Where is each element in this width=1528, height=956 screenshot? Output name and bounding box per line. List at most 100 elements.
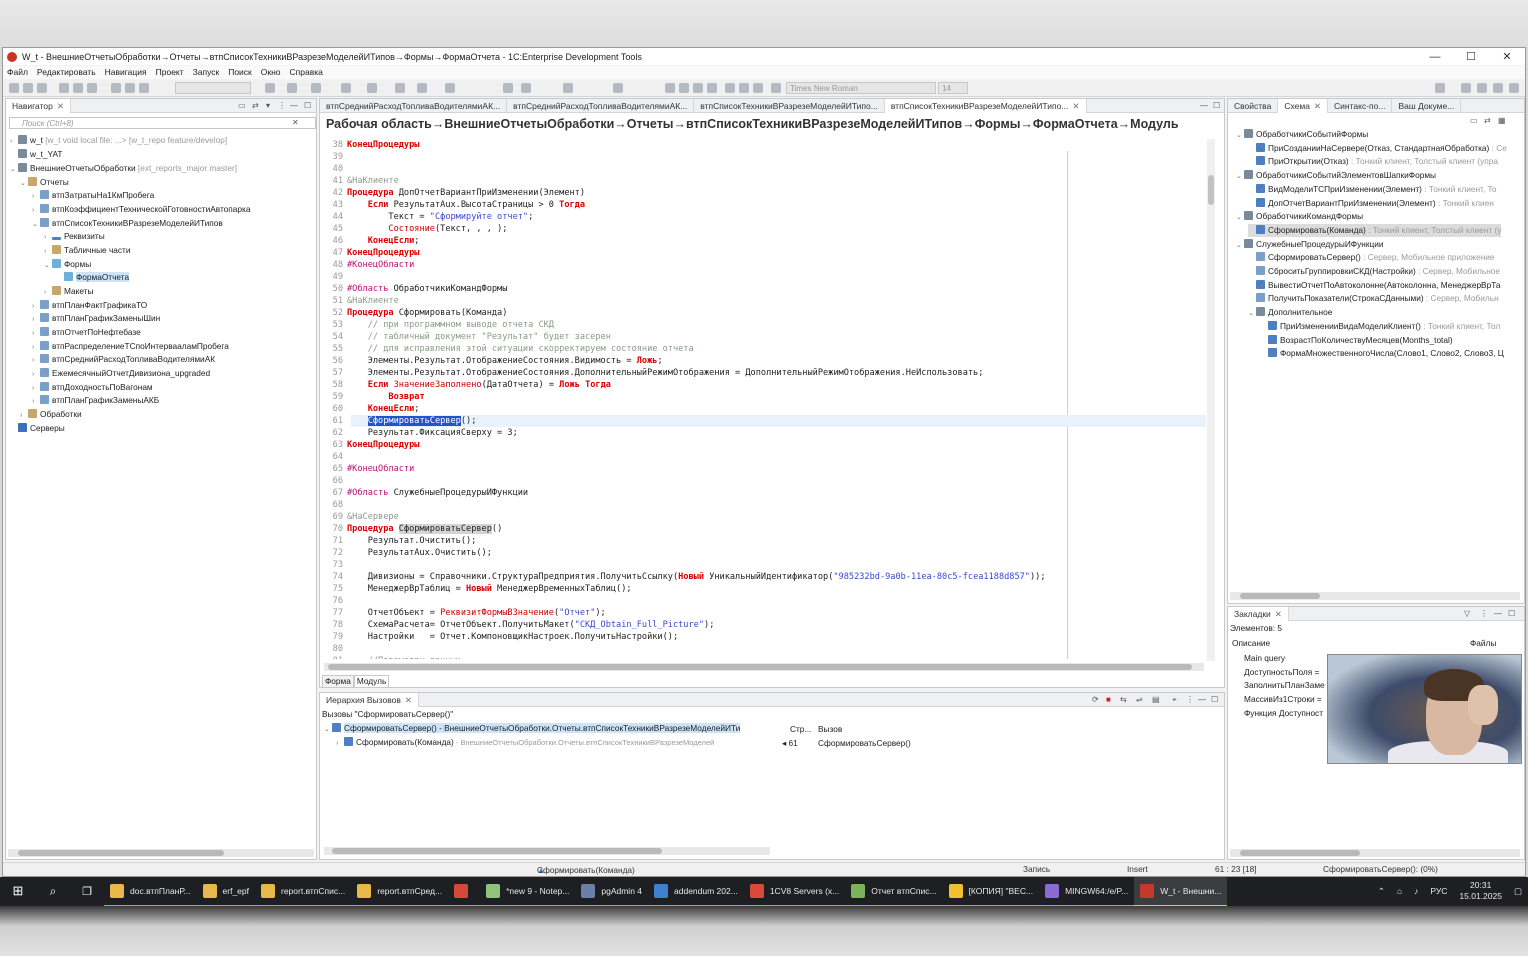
outline-method[interactable]: СформироватьСервер() : Сервер, Мобильное…	[1248, 251, 1495, 264]
code-line[interactable]: 54 // табличный документ "Результат" буд…	[321, 331, 611, 343]
tree-item-tabular-sections[interactable]: › Табличные части	[44, 244, 130, 257]
back-icon[interactable]	[395, 83, 405, 93]
outline-method[interactable]: ДопОтчетВариантПриИзменении(Элемент) : Т…	[1248, 197, 1494, 210]
settings-icon[interactable]	[139, 83, 149, 93]
taskbar-app[interactable]: [КОПИЯ] "ВЕС...	[942, 877, 1040, 907]
code-line[interactable]: 59 Возврат	[321, 391, 425, 403]
code-line[interactable]: 41 &НаКлиенте	[321, 175, 399, 187]
code-line[interactable]: 62 Результат.ФиксацияСверху = 3;	[321, 427, 518, 439]
cut-icon[interactable]	[59, 83, 69, 93]
editor-tab[interactable]: втпСреднийРасходТопливаВодителямиАК...	[320, 98, 508, 113]
tree-item-forms[interactable]: ⌄ Формы	[44, 258, 91, 271]
align-justify-icon[interactable]	[707, 83, 717, 93]
code-line[interactable]: 66	[321, 475, 347, 487]
taskbar-app[interactable]: doc.втпПланР...	[104, 877, 197, 907]
code-line[interactable]: 48 #КонецОбласти	[321, 259, 415, 271]
tab-syntax-helper[interactable]: Синтакс-по...	[1328, 98, 1393, 113]
link-editor-icon[interactable]: ⇄	[1484, 116, 1491, 125]
outline-method[interactable]: ПриОткрытии(Отказ) : Тонкий клиент, Толс…	[1248, 155, 1498, 168]
next-edit-icon[interactable]	[445, 83, 455, 93]
bookmark-item[interactable]: Функция Доступност	[1244, 707, 1323, 720]
scroll-thumb[interactable]	[18, 850, 224, 856]
editor-tab-active[interactable]: втпСписокТехникиВРазрезеМоделейИТипо... ✕	[884, 98, 1087, 113]
taskbar-app[interactable]: Отчет втпСпис...	[845, 877, 943, 907]
tab-call-hierarchy[interactable]: Иерархия Вызовов ✕	[320, 692, 419, 707]
tree-item-report[interactable]: › втпПланФактГрафикаТО	[32, 299, 147, 312]
code-line[interactable]: 50 #Область ОбработчикиКомандФормы	[321, 283, 508, 295]
bookmark-item[interactable]: Main query	[1244, 652, 1285, 665]
collapse-all-icon[interactable]: ▭	[238, 101, 246, 110]
code-line[interactable]: 63 КонецПроцедуры	[321, 439, 420, 451]
clock[interactable]: 20:31 15.01.2025	[1453, 877, 1508, 907]
copy-icon[interactable]	[73, 83, 83, 93]
tree-item-report[interactable]: › втпПланГрафикЗаменыШин	[32, 312, 160, 325]
taskbar-app[interactable]: W_t - Внешни...	[1134, 877, 1228, 907]
editor-tab[interactable]: втпСреднийРасходТопливаВодителямиАК...	[507, 98, 695, 113]
outline-hscroll[interactable]	[1230, 592, 1520, 600]
bold-icon[interactable]	[725, 83, 735, 93]
align-right-icon[interactable]	[693, 83, 703, 93]
taskbar-app[interactable]: report.втпСред...	[351, 877, 449, 907]
start-button[interactable]: ⊞	[0, 877, 36, 907]
column-files-header[interactable]: Файлы	[1470, 637, 1496, 650]
taskbar-app[interactable]: 1CV8 Servers (x...	[743, 877, 846, 907]
tree-item-report[interactable]: › втпКоэффициентТехническойГотовностиАвто…	[32, 203, 250, 216]
toggle-icon[interactable]	[521, 83, 531, 93]
code-line[interactable]: 47 КонецПроцедуры	[321, 247, 420, 259]
tree-item-ext-reports[interactable]: ⌄ ВнешниеОтчетыОбработки [ext_reports_maj…	[10, 162, 237, 175]
taskbar-app[interactable]: pgAdmin 4	[575, 877, 649, 907]
column-description-header[interactable]: Описание	[1232, 637, 1270, 650]
scroll-thumb[interactable]	[1208, 175, 1214, 205]
tab-module[interactable]: Модуль	[353, 675, 390, 688]
tree-item-report[interactable]: › втпСреднийРасходТопливаВодителямиАК	[32, 353, 215, 366]
perspective-1c-icon[interactable]	[1477, 83, 1487, 93]
outline-method[interactable]: СброситьГруппировкиСКД(Настройки) : Серв…	[1248, 265, 1500, 278]
menu-window[interactable]: Окно	[261, 66, 281, 79]
filter-icon[interactable]: ▦	[1498, 116, 1506, 125]
code-line[interactable]: 53 // при программном выводе отчета СКД	[321, 319, 554, 331]
code-line[interactable]: 68	[321, 499, 347, 511]
save-all-icon[interactable]	[37, 83, 47, 93]
code-line[interactable]: 75 МенеджерВрТаблиц = Новый МенеджерВрем…	[321, 583, 632, 595]
link-editor-icon[interactable]: ⇄	[252, 101, 259, 110]
clear-search-icon[interactable]: ✕	[292, 118, 299, 127]
code-line[interactable]: 80	[321, 643, 347, 655]
bookmark-item[interactable]: ЗаполнитьПланЗаме	[1244, 679, 1325, 692]
perspective-debug-icon[interactable]	[1493, 83, 1503, 93]
bookmark-item[interactable]: ДоступностьПоля =	[1244, 666, 1319, 679]
sort-icon[interactable]: ▭	[1470, 116, 1478, 125]
code-line[interactable]: 58 Если ЗначениеЗаполнено(ДатаОтчета) = …	[321, 379, 611, 391]
code-line[interactable]: 65 #КонецОбласти	[321, 463, 415, 475]
navigator-search-input[interactable]: Поиск (Ctrl+8)	[9, 117, 316, 129]
callees-icon[interactable]: ⇌	[1136, 695, 1143, 704]
pin-icon[interactable]: ⌖	[1172, 695, 1177, 705]
code-line[interactable]: 64	[321, 451, 347, 463]
network-icon[interactable]: ⌂	[1391, 877, 1408, 907]
code-line[interactable]: 73	[321, 559, 347, 571]
code-line[interactable]: 56 Элементы.Результат.ОтображениеСостоян…	[321, 355, 663, 367]
tree-item-report[interactable]: › втпРаспределениеТСпоИнтервааламПробега	[32, 340, 229, 353]
outline-method[interactable]: ПриИзмененииВидаМоделиКлиент() : Тонкий …	[1260, 320, 1500, 333]
format-icon[interactable]	[563, 83, 573, 93]
code-line[interactable]: 60 КонецЕсли;	[321, 403, 420, 415]
outline-method[interactable]: ⌄ Дополнительное	[1248, 306, 1332, 319]
code-line[interactable]: 38 КонецПроцедуры	[321, 139, 420, 151]
code-line[interactable]: 74 Дивизионы = Справочники.СтруктураПред…	[321, 571, 1046, 583]
tree-item-attributes[interactable]: › Реквизиты	[44, 230, 105, 243]
callers-icon[interactable]: ⇆	[1120, 695, 1127, 704]
taskbar-app[interactable]: *new 9 - Notep...	[480, 877, 576, 907]
close-icon[interactable]: ✕	[57, 101, 64, 111]
menu-run[interactable]: Запуск	[193, 66, 220, 79]
save-icon[interactable]	[23, 83, 33, 93]
tab-form[interactable]: Форма	[322, 675, 354, 688]
font-name-combo[interactable]: Times New Roman	[786, 82, 936, 94]
tree-item-servers[interactable]: Серверы	[18, 422, 65, 435]
tree-item-report-form[interactable]: ФормаОтчета	[64, 271, 130, 284]
code-line[interactable]: 57 Элементы.Результат.ОтображениеСостоян…	[321, 367, 984, 379]
call-location-row[interactable]: ◂ 61	[782, 737, 798, 750]
tree-item-report[interactable]: › втпДоходностьПоВагонам	[32, 381, 153, 394]
minimize-button[interactable]: —	[1417, 51, 1453, 63]
menu-edit[interactable]: Редактировать	[37, 66, 96, 79]
code-editor[interactable]: 38 КонецПроцедуры 39 40 41 &НаКлиенте 42 Процед…	[321, 139, 1206, 659]
tree-item-w-t[interactable]: › w_t [w_t void local file: ...> [w_t_rep…	[10, 134, 227, 147]
